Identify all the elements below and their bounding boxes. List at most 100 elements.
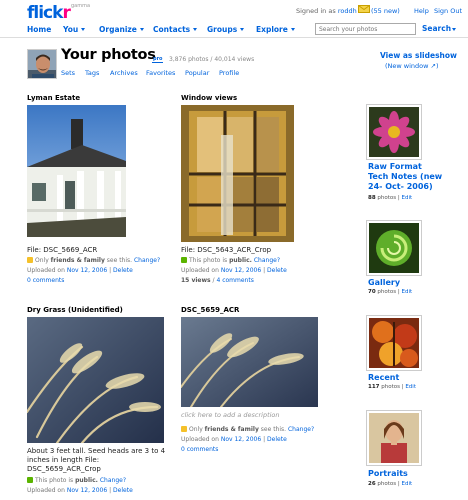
- signed-in-status: Signed in as roddh: [296, 7, 357, 15]
- set-title-line: 24- Oct- 2006): [368, 182, 433, 191]
- sign-out-link[interactable]: Sign Out: [434, 7, 462, 15]
- photo-title[interactable]: DSC_5659_ACR: [181, 306, 239, 314]
- set-thumbnail[interactable]: [366, 104, 422, 160]
- tags-link[interactable]: Tags: [85, 69, 99, 77]
- photo-description: File: DSC_5669_ACR: [27, 246, 98, 254]
- upload-date-link[interactable]: Nov 12, 2006: [221, 436, 261, 443]
- avatar-image: [28, 50, 56, 78]
- comments-line: 0 comments: [181, 445, 314, 455]
- nav-explore-label: Explore: [256, 25, 288, 34]
- username-link[interactable]: roddh: [338, 7, 357, 15]
- privacy-text: This photo is: [35, 477, 74, 484]
- help-link[interactable]: Help: [414, 7, 429, 15]
- comments-link[interactable]: 4 comments: [216, 277, 253, 284]
- chevron-down-icon: [240, 28, 245, 31]
- avatar[interactable]: [27, 49, 57, 79]
- new-mail-count[interactable]: (55 new): [371, 7, 400, 15]
- slideshow-link[interactable]: View as slideshow: [380, 51, 457, 60]
- change-privacy-link[interactable]: Change?: [288, 426, 314, 433]
- photo-meta: This photo is public. Change? Uploaded o…: [181, 256, 287, 286]
- privacy-public-icon: [27, 477, 33, 483]
- pro-badge[interactable]: pro: [152, 56, 164, 63]
- privacy-family-icon: [181, 426, 187, 432]
- comments-link[interactable]: 0 comments: [181, 446, 218, 453]
- upload-line: Uploaded on Nov 12, 2006 | Delete: [27, 266, 160, 276]
- privacy-text: see this.: [260, 426, 287, 433]
- photo-lyman-estate[interactable]: [27, 105, 126, 237]
- nav-you[interactable]: You: [63, 25, 86, 34]
- search-input[interactable]: [315, 23, 416, 35]
- set-title-link[interactable]: Recent: [368, 373, 399, 383]
- delete-link[interactable]: Delete: [113, 487, 133, 494]
- mail-icon[interactable]: [358, 5, 370, 13]
- set-count: 88 photos | Edit: [368, 195, 412, 201]
- profile-link[interactable]: Profile: [219, 69, 239, 77]
- nav-home[interactable]: Home: [27, 25, 51, 34]
- views-comments-line: 15 views / 4 comments: [181, 276, 287, 286]
- edit-set-link[interactable]: Edit: [402, 195, 413, 201]
- photo-window-views[interactable]: [181, 105, 294, 242]
- chevron-down-icon: [193, 28, 198, 31]
- set-thumbnail[interactable]: [366, 220, 422, 276]
- upload-line: Uploaded on Nov 12, 2006 | Delete: [181, 435, 314, 445]
- chevron-down-icon: [139, 28, 144, 31]
- photo-dry-grass[interactable]: [27, 317, 164, 443]
- set-count: 26 photos | Edit: [368, 481, 412, 487]
- add-description-link[interactable]: click here to add a description: [181, 411, 280, 419]
- separator: /: [212, 277, 215, 284]
- photo-description: File: DSC_5643_ACR_Crop: [181, 246, 272, 254]
- change-privacy-link[interactable]: Change?: [100, 477, 126, 484]
- privacy-level: public.: [75, 477, 98, 484]
- window-photo-image: [181, 105, 294, 242]
- privacy-level: public.: [229, 257, 252, 264]
- nav-contacts[interactable]: Contacts: [153, 25, 198, 34]
- signed-in-prefix: Signed in as: [296, 7, 336, 15]
- photo-title[interactable]: Window views: [181, 94, 237, 102]
- photo-dsc-5659[interactable]: [181, 317, 318, 407]
- chevron-down-icon[interactable]: [452, 28, 456, 31]
- upload-date-link[interactable]: Nov 12, 2006: [221, 267, 261, 274]
- comments-link[interactable]: 0 comments: [27, 277, 64, 284]
- flickr-logo[interactable]: flickr gamma: [27, 3, 90, 23]
- upload-date-link[interactable]: Nov 12, 2006: [67, 267, 107, 274]
- set-thumbnail[interactable]: [366, 315, 422, 371]
- change-privacy-link[interactable]: Change?: [134, 257, 160, 264]
- delete-link[interactable]: Delete: [113, 267, 133, 274]
- search-button[interactable]: Search: [422, 24, 451, 33]
- portrait-image: [369, 413, 419, 463]
- separator: |: [109, 267, 112, 274]
- set-title-link[interactable]: Portraits: [368, 469, 408, 479]
- set-count-unit: photos: [377, 195, 397, 201]
- logo-beta-tag: gamma: [71, 3, 91, 9]
- set-title-link[interactable]: Raw Format Tech Notes (new 24- Oct- 2006…: [368, 162, 442, 192]
- favorites-link[interactable]: Favorites: [146, 69, 175, 77]
- nav-explore[interactable]: Explore: [256, 25, 295, 34]
- nav-groups[interactable]: Groups: [207, 25, 245, 34]
- privacy-line: This photo is public. Change?: [181, 256, 287, 266]
- photo-title[interactable]: Dry Grass (Unidentified): [27, 306, 123, 314]
- new-window-link[interactable]: (New window ↗): [385, 62, 439, 70]
- popular-link[interactable]: Popular: [185, 69, 209, 77]
- privacy-line: This photo is public. Change?: [27, 476, 133, 486]
- comments-line: 0 comments: [27, 276, 160, 286]
- privacy-text: see this.: [106, 257, 133, 264]
- privacy-text: Only: [35, 257, 49, 264]
- set-title-link[interactable]: Gallery: [368, 278, 400, 288]
- edit-set-link[interactable]: Edit: [402, 289, 413, 295]
- nav-organize[interactable]: Organize: [99, 25, 144, 34]
- change-privacy-link[interactable]: Change?: [254, 257, 280, 264]
- set-thumbnail[interactable]: [366, 410, 422, 466]
- upload-date-link[interactable]: Nov 12, 2006: [67, 487, 107, 494]
- grass-photo-image: [27, 317, 164, 443]
- photo-title[interactable]: Lyman Estate: [27, 94, 80, 102]
- delete-link[interactable]: Delete: [267, 436, 287, 443]
- delete-link[interactable]: Delete: [267, 267, 287, 274]
- edit-set-link[interactable]: Edit: [402, 481, 413, 487]
- archives-link[interactable]: Archives: [110, 69, 138, 77]
- edit-set-link[interactable]: Edit: [405, 384, 416, 390]
- sets-link[interactable]: Sets: [61, 69, 75, 77]
- photo-description: About 3 feet tall. Seed heads are 3 to 4…: [27, 447, 165, 474]
- set-photo-count: 26: [368, 481, 376, 487]
- nav-contacts-label: Contacts: [153, 25, 191, 34]
- set-photo-count: 117: [368, 384, 380, 390]
